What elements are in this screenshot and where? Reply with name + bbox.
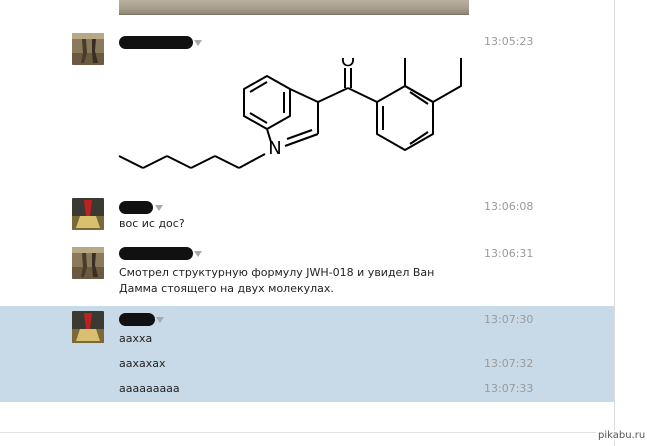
dropdown-arrow-icon[interactable] (194, 40, 202, 46)
avatar-photo (72, 311, 104, 343)
avatar[interactable] (72, 247, 104, 279)
avatar[interactable] (72, 311, 104, 343)
continuation-time: 13:07:33 (484, 382, 534, 395)
redacted-username (119, 201, 153, 214)
divider (0, 432, 614, 433)
message-time: 13:07:30 (484, 313, 534, 326)
redacted-username (119, 36, 193, 49)
avatar-photo (72, 33, 104, 65)
dropdown-arrow-icon[interactable] (156, 317, 164, 323)
message-time: 13:05:23 (484, 35, 534, 48)
oxygen-label: O (341, 58, 355, 71)
avatar[interactable] (72, 198, 104, 230)
previous-image-attachment[interactable] (119, 0, 469, 15)
message-text: Смотрел структурную формулу JWH-018 и ув… (119, 266, 435, 295)
message-text: вос ис дос? (119, 217, 185, 230)
continuation-text: ааааааааа (119, 382, 180, 395)
message-time: 13:06:31 (484, 247, 534, 260)
nitrogen-label: N (268, 138, 281, 159)
dropdown-arrow-icon[interactable] (155, 205, 163, 211)
dropdown-arrow-icon[interactable] (194, 251, 202, 257)
avatar[interactable] (72, 33, 104, 65)
continuation-text: аахахах (119, 357, 166, 370)
redacted-username (119, 247, 193, 260)
message-3: 13:06:31 Смотрел структурную формулу JWH… (0, 241, 614, 303)
avatar-photo (72, 198, 104, 230)
chat-history: 13:05:23 N O 13:06:08 вос ис дос? 13:06:… (0, 0, 614, 446)
continuation-time: 13:07:32 (484, 357, 534, 370)
message-text: аахха (119, 332, 153, 345)
message-4: 13:07:30 аахха аахахах 13:07:32 аааааааа… (0, 306, 614, 402)
redacted-username (119, 313, 155, 326)
avatar-photo (72, 247, 104, 279)
message-1: 13:05:23 N O (0, 30, 614, 190)
molecule-structure-image[interactable]: N O (117, 58, 477, 213)
message-2: 13:06:08 вос ис дос? (0, 195, 614, 237)
message-time: 13:06:08 (484, 200, 534, 213)
scrollbar[interactable] (615, 0, 647, 446)
watermark: pikabu.ru (596, 430, 647, 441)
